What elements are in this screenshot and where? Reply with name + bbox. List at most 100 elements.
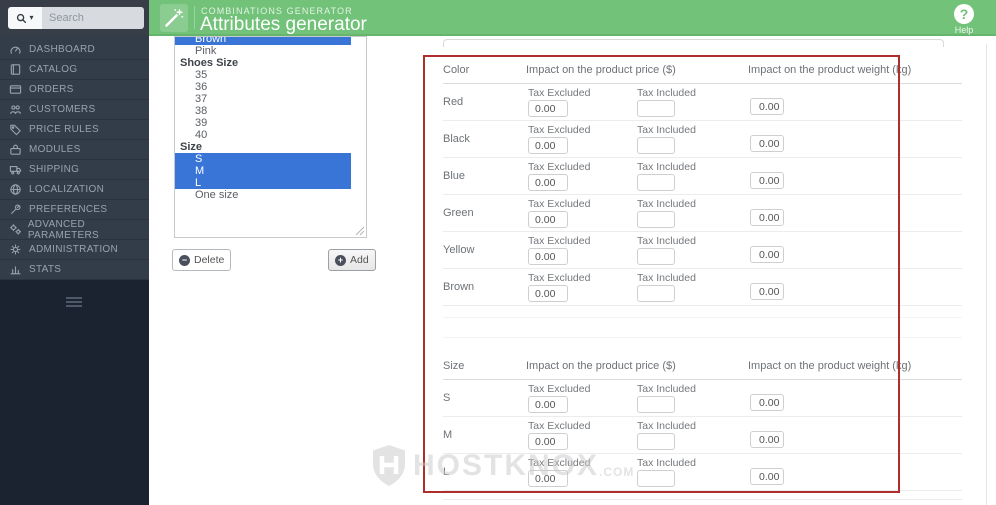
weight-impact-input[interactable] <box>750 135 784 152</box>
sidebar-item-label: CUSTOMERS <box>29 104 96 115</box>
sidebar-item-preferences[interactable]: PREFERENCES <box>0 200 149 220</box>
separator-line <box>443 499 962 500</box>
page-header: COMBINATIONS GENERATOR Attributes genera… <box>149 0 996 36</box>
sidebar-item-price-rules[interactable]: PRICE RULES <box>0 120 149 140</box>
impact-table-size: Size Impact on the product price ($) Impac… <box>443 353 962 491</box>
tax-excluded-input[interactable] <box>528 174 568 191</box>
tax-excluded-input[interactable] <box>528 396 568 413</box>
localization-icon <box>9 183 24 196</box>
tax-included-input[interactable] <box>637 137 675 154</box>
add-button[interactable]: + Add <box>328 249 376 271</box>
tax-included-input[interactable] <box>637 211 675 228</box>
tax-included-input[interactable] <box>637 174 675 191</box>
list-item[interactable]: One size <box>175 189 351 201</box>
tax-excluded-input[interactable] <box>528 433 568 450</box>
table-row: M Tax Excluded Tax Included <box>443 417 962 454</box>
weight-impact-input[interactable] <box>750 246 784 263</box>
sidebar-item-catalog[interactable]: CATALOG <box>0 60 149 80</box>
tax-included-input[interactable] <box>637 248 675 265</box>
list-group-label: Size <box>180 141 203 153</box>
customers-icon <box>9 103 24 116</box>
sidebar-item-label: PREFERENCES <box>29 204 108 215</box>
sidebar-item-label: SHIPPING <box>29 164 80 175</box>
tax-included-input[interactable] <box>637 396 675 413</box>
collapse-menu-icon[interactable] <box>66 297 82 309</box>
tax-excluded-label: Tax Excluded <box>528 383 591 395</box>
tax-excluded-label: Tax Excluded <box>528 235 591 247</box>
sidebar-item-customers[interactable]: CUSTOMERS <box>0 100 149 120</box>
tax-included-label: Tax Included <box>637 161 696 173</box>
attribute-column-header: Color <box>443 64 470 76</box>
list-item[interactable]: 35 <box>175 69 351 81</box>
sidebar-item-orders[interactable]: ORDERS <box>0 80 149 100</box>
search-input[interactable] <box>42 7 144 29</box>
tax-included-input[interactable] <box>637 433 675 450</box>
header-divider <box>194 6 195 29</box>
weight-impact-input[interactable] <box>750 468 784 485</box>
separator-line <box>443 317 962 318</box>
attribute-column-header: Size <box>443 360 465 372</box>
sidebar-item-stats[interactable]: STATS <box>0 260 149 280</box>
weight-impact-input[interactable] <box>750 98 784 115</box>
sidebar-item-label: ADMINISTRATION <box>29 244 119 255</box>
tax-excluded-input[interactable] <box>528 211 568 228</box>
weight-impact-input[interactable] <box>750 431 784 448</box>
tax-excluded-label: Tax Excluded <box>528 198 591 210</box>
tax-excluded-input[interactable] <box>528 137 568 154</box>
sidebar-item-localization[interactable]: LOCALIZATION <box>0 180 149 200</box>
attribute-value-label: Green <box>443 207 474 219</box>
tax-included-label: Tax Included <box>637 87 696 99</box>
weight-impact-input[interactable] <box>750 283 784 300</box>
panel-right-border <box>986 44 987 505</box>
sidebar-item-shipping[interactable]: SHIPPING <box>0 160 149 180</box>
list-item[interactable]: 37 <box>175 93 351 105</box>
attributes-multiselect[interactable]: Brown Pink Shoes Size 35 36 37 38 39 40 Size S M L On… <box>174 36 367 238</box>
weight-impact-input[interactable] <box>750 209 784 226</box>
list-item[interactable]: L <box>175 177 351 189</box>
tax-excluded-label: Tax Excluded <box>528 420 591 432</box>
tax-included-input[interactable] <box>637 100 675 117</box>
sidebar-item-label: PRICE RULES <box>29 124 99 135</box>
table-header-row: Color Impact on the product price ($) Impa… <box>443 57 962 84</box>
sidebar-item-modules[interactable]: MODULES <box>0 140 149 160</box>
weight-impact-input[interactable] <box>750 394 784 411</box>
resize-grip-icon[interactable] <box>355 226 365 236</box>
table-row: Yellow Tax Excluded Tax Included <box>443 232 962 269</box>
tax-excluded-input[interactable] <box>528 100 568 117</box>
search-type-dropdown[interactable]: ▾ <box>8 7 42 29</box>
tax-included-label: Tax Included <box>637 198 696 210</box>
help-label: Help <box>954 25 974 35</box>
sidebar-item-label: STATS <box>29 264 62 275</box>
price-rules-icon <box>9 123 24 136</box>
attribute-value-label: Blue <box>443 170 466 182</box>
tax-included-label: Tax Included <box>637 272 696 284</box>
weight-impact-input[interactable] <box>750 172 784 189</box>
list-item[interactable]: S <box>175 153 351 165</box>
sidebar-item-administration[interactable]: ADMINISTRATION <box>0 240 149 260</box>
list-item[interactable]: Pink <box>175 45 351 57</box>
sidebar-item-label: CATALOG <box>29 64 78 75</box>
tax-excluded-label: Tax Excluded <box>528 457 591 469</box>
attribute-value-label: S <box>443 392 451 404</box>
tax-included-label: Tax Included <box>637 235 696 247</box>
list-item[interactable]: 40 <box>175 129 351 141</box>
advanced-parameters-icon <box>9 223 23 236</box>
tax-included-label: Tax Included <box>637 457 696 469</box>
tax-excluded-input[interactable] <box>528 285 568 302</box>
administration-icon <box>9 243 24 256</box>
tax-excluded-input[interactable] <box>528 248 568 265</box>
list-item[interactable]: 39 <box>175 117 351 129</box>
list-item[interactable]: Brown <box>175 37 351 45</box>
delete-button[interactable]: − Delete <box>172 249 232 271</box>
list-item[interactable]: 36 <box>175 81 351 93</box>
sidebar-item-advanced-parameters[interactable]: ADVANCED PARAMETERS <box>0 219 149 241</box>
attribute-value-label: Yellow <box>443 244 475 256</box>
list-item[interactable]: 38 <box>175 105 351 117</box>
list-item[interactable]: M <box>175 165 351 177</box>
tax-included-input[interactable] <box>637 470 675 487</box>
sidebar-item-dashboard[interactable]: DASHBOARD <box>0 40 149 60</box>
help-button[interactable]: ? Help <box>943 4 985 35</box>
tax-included-input[interactable] <box>637 285 675 302</box>
tax-excluded-input[interactable] <box>528 470 568 487</box>
table-row: Brown Tax Excluded Tax Included <box>443 269 962 306</box>
